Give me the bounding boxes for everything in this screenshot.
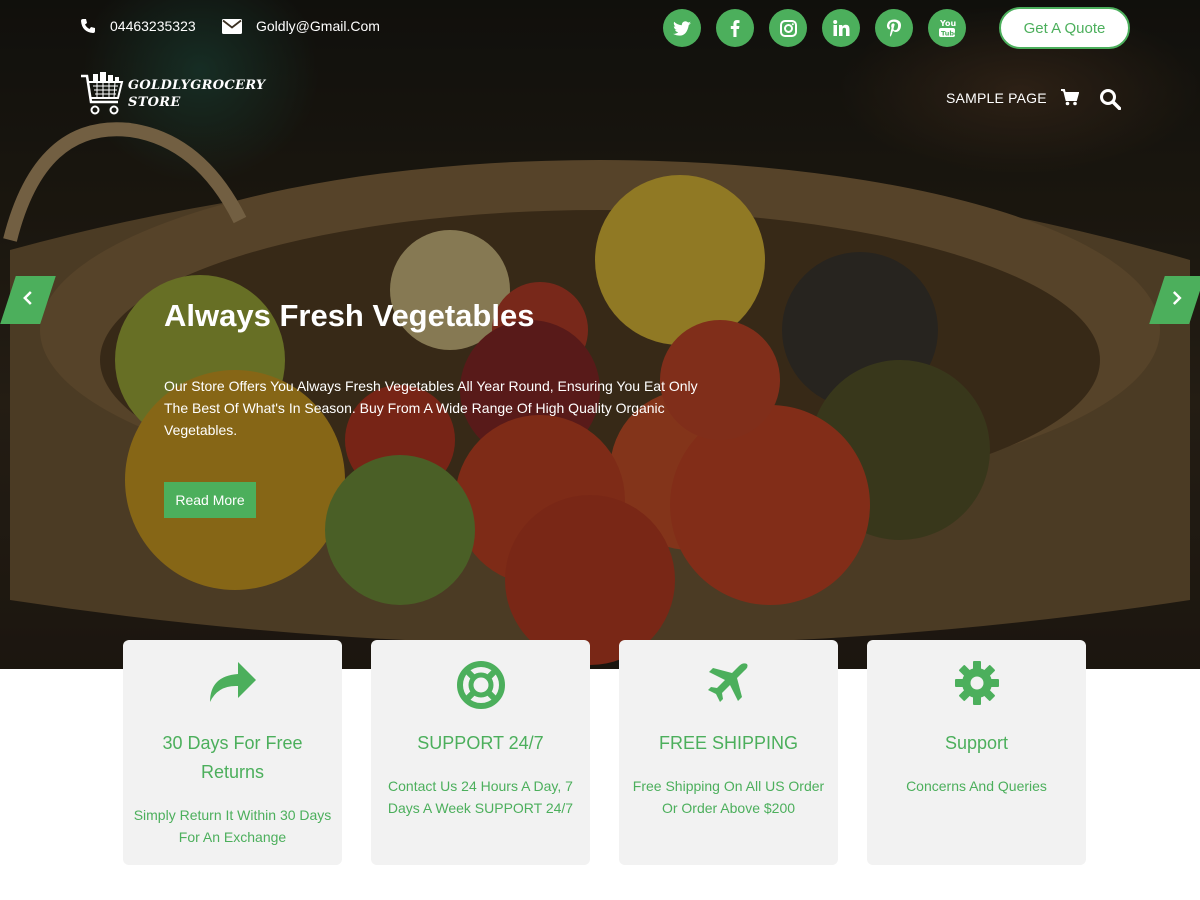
logo-text: GOLDLYGROCERY STORE [128, 77, 266, 111]
search-button[interactable] [1099, 88, 1122, 115]
phone-contact[interactable]: 04463235323 [80, 18, 196, 34]
return-arrow-icon [209, 662, 256, 702]
chevron-left-icon [23, 290, 33, 310]
top-bar: 04463235323 Goldly@Gmail.Com You Tub Get… [0, 0, 1200, 56]
get-a-quote-button[interactable]: Get A Quote [999, 7, 1130, 49]
logo-line-2: STORE [128, 95, 181, 110]
hero-slider: 04463235323 Goldly@Gmail.Com You Tub Get… [0, 0, 1200, 669]
read-more-button[interactable]: Read More [164, 482, 256, 518]
feature-card-support-24-7: SUPPORT 24/7 Contact Us 24 Hours A Day, … [371, 640, 590, 865]
plane-icon [707, 663, 748, 702]
twitter-button[interactable] [663, 9, 701, 47]
feature-card-free-shipping: FREE SHIPPING Free Shipping On All US Or… [619, 640, 838, 865]
twitter-icon [673, 20, 691, 36]
lifebuoy-icon [456, 661, 505, 709]
slide-description: Our Store Offers You Always Fresh Vegeta… [164, 378, 698, 438]
pinterest-button[interactable] [875, 9, 913, 47]
social-links: You Tube [663, 9, 981, 47]
cart-icon [1061, 89, 1080, 106]
feature-title: 30 Days For Free Returns [162, 733, 303, 782]
cart-button[interactable] [1061, 89, 1080, 111]
facebook-icon [730, 20, 740, 37]
facebook-button[interactable] [716, 9, 754, 47]
feature-title: Support [944, 733, 1009, 753]
chevron-right-icon [1172, 290, 1182, 310]
search-icon [1100, 89, 1122, 111]
feature-card-returns: 30 Days For Free Returns Simply Return I… [123, 640, 342, 865]
logo-line-1: GOLDLYGROCERY [128, 78, 266, 93]
page: 04463235323 Goldly@Gmail.Com You Tub Get… [0, 0, 1200, 900]
instagram-button[interactable] [769, 9, 807, 47]
phone-number: 04463235323 [110, 18, 196, 34]
slide-title: Always Fresh Vegetables [164, 298, 535, 333]
instagram-icon [779, 19, 797, 37]
envelope-icon [222, 18, 242, 34]
feature-description: Contact Us 24 Hours A Day, 7 Days A Week… [387, 778, 574, 816]
svg-text:You: You [939, 19, 956, 28]
site-logo[interactable]: GOLDLYGROCERY STORE [80, 70, 266, 118]
feature-description: Concerns And Queries [906, 778, 1047, 794]
email-contact[interactable]: Goldly@Gmail.Com [222, 18, 380, 34]
shopping-cart-logo-icon [81, 72, 124, 115]
feature-title: FREE SHIPPING [658, 733, 799, 753]
pinterest-icon [886, 19, 901, 37]
feature-card-support: Support Concerns And Queries [867, 640, 1086, 865]
linkedin-icon [832, 20, 849, 36]
gear-icon [954, 661, 999, 705]
svg-text:Tube: Tube [941, 30, 956, 38]
email-address: Goldly@Gmail.Com [256, 18, 380, 34]
nav-sample-page[interactable]: SAMPLE PAGE [946, 90, 1047, 106]
youtube-icon: You Tube [939, 19, 956, 38]
feature-description: Simply Return It Within 30 Days For An E… [133, 807, 332, 845]
feature-title: SUPPORT 24/7 [417, 733, 544, 753]
phone-icon [81, 19, 95, 33]
feature-description: Free Shipping On All US Order Or Order A… [632, 778, 825, 816]
youtube-button[interactable]: You Tube [928, 9, 966, 47]
linkedin-button[interactable] [822, 9, 860, 47]
